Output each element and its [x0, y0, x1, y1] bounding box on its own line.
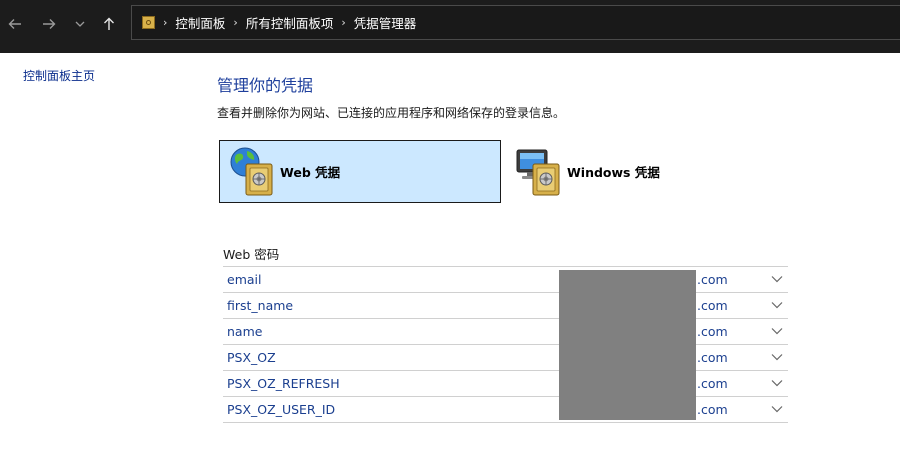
breadcrumb-control-panel[interactable]: 控制面板 — [175, 13, 225, 32]
chevron-down-icon[interactable] — [771, 300, 783, 310]
credential-row-first-name[interactable]: first_name .com — [223, 293, 788, 319]
chevron-down-icon — [75, 21, 85, 27]
web-credentials-label: Web 凭据 — [280, 165, 341, 180]
page-title: 管理你的凭据 — [217, 76, 314, 95]
address-bar[interactable]: › 控制面板 › 所有控制面板项 › 凭据管理器 — [131, 5, 900, 40]
windows-credentials-tile[interactable]: Windows 凭据 — [509, 140, 769, 203]
breadcrumb-separator[interactable]: › — [341, 16, 345, 29]
control-panel-icon — [142, 16, 155, 29]
credential-name: email — [227, 272, 262, 287]
chevron-down-icon[interactable] — [771, 352, 783, 362]
breadcrumb-all-items[interactable]: 所有控制面板项 — [246, 13, 334, 32]
credential-name: name — [227, 324, 263, 339]
breadcrumb-separator[interactable]: › — [233, 16, 237, 29]
credential-address: .com — [697, 350, 728, 365]
chevron-down-icon[interactable] — [771, 326, 783, 336]
credential-row-psx-oz[interactable]: PSX_OZ .com — [223, 345, 788, 371]
forward-button[interactable] — [35, 12, 63, 36]
credential-row-email[interactable]: email .com — [223, 267, 788, 293]
credential-name: first_name — [227, 298, 294, 313]
chevron-down-icon[interactable] — [771, 378, 783, 388]
breadcrumb-separator: › — [163, 16, 168, 29]
web-passwords-heading: Web 密码 — [223, 247, 280, 262]
credential-name: PSX_OZ_USER_ID — [227, 402, 336, 417]
back-button[interactable] — [1, 12, 29, 36]
up-button[interactable] — [95, 12, 123, 36]
redaction-block — [559, 270, 696, 420]
control-panel-home-link[interactable]: 控制面板主页 — [23, 67, 95, 84]
credential-address: .com — [697, 298, 728, 313]
page-description: 查看并删除你为网站、已连接的应用程序和网络保存的登录信息。 — [217, 106, 566, 120]
monitor-vault-icon — [516, 149, 560, 195]
windows-credentials-label: Windows 凭据 — [567, 165, 660, 180]
credential-row-psx-oz-refresh[interactable]: PSX_OZ_REFRESH .com — [223, 371, 788, 397]
arrow-left-icon — [8, 19, 21, 29]
arrow-up-icon — [104, 17, 114, 30]
web-passwords-list: email .com first_name .com name .com PSX… — [223, 266, 788, 423]
credential-address: .com — [697, 402, 728, 417]
credential-name: PSX_OZ_REFRESH — [227, 376, 340, 391]
navigation-bar: › 控制面板 › 所有控制面板项 › 凭据管理器 — [0, 0, 900, 53]
globe-vault-icon — [230, 147, 273, 195]
chevron-down-icon[interactable] — [771, 274, 783, 284]
breadcrumb-credential-manager[interactable]: 凭据管理器 — [354, 13, 417, 32]
arrow-right-icon — [43, 19, 56, 29]
chevron-down-icon[interactable] — [771, 404, 783, 414]
credential-address: .com — [697, 272, 728, 287]
credential-row-name[interactable]: name .com — [223, 319, 788, 345]
credential-address: .com — [697, 324, 728, 339]
credential-name: PSX_OZ — [227, 350, 276, 365]
credential-row-psx-oz-user-id[interactable]: PSX_OZ_USER_ID .com — [223, 397, 788, 423]
credential-address: .com — [697, 376, 728, 391]
web-credentials-tile[interactable]: Web 凭据 — [219, 140, 501, 203]
recent-locations-button[interactable] — [66, 12, 94, 36]
